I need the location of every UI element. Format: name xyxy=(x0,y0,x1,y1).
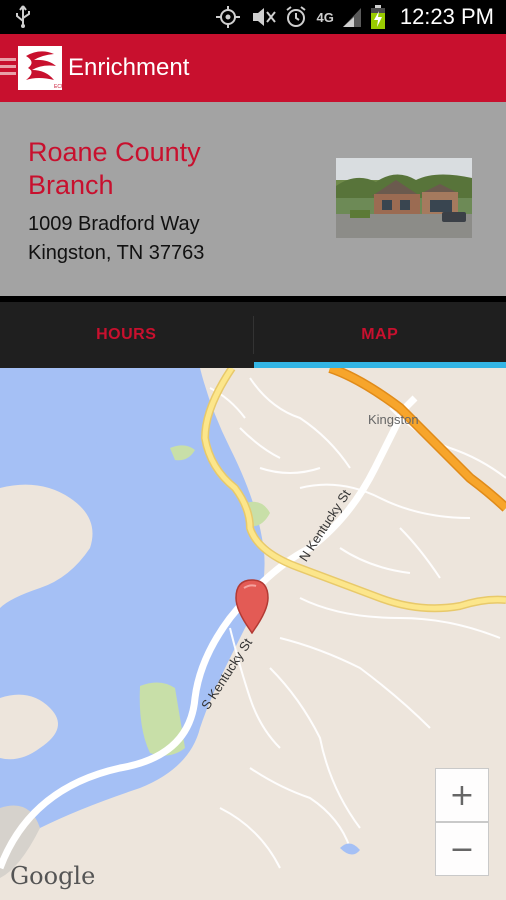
branch-building-photo xyxy=(336,158,472,238)
water-pond xyxy=(340,843,360,855)
status-time: 12:23 PM xyxy=(399,4,494,29)
highway xyxy=(328,368,506,511)
usb-icon xyxy=(14,5,32,29)
network-4g-icon: 4G xyxy=(316,9,334,25)
address-line-2: Kingston, TN 37763 xyxy=(28,242,205,264)
signal-icon xyxy=(342,6,362,28)
branch-header: Roane County Branch 1009 Bradford Way Ki… xyxy=(0,102,506,296)
alarm-icon xyxy=(284,5,308,29)
tab-hours[interactable]: HOURS xyxy=(0,302,253,368)
address-line-1: 1009 Bradford Way xyxy=(28,213,200,235)
tab-bar: HOURS MAP xyxy=(0,302,506,368)
app-logo-icon[interactable]: ECU xyxy=(18,46,65,90)
google-attribution: Google xyxy=(10,862,96,890)
status-bar: 4G 12:23 PM xyxy=(0,0,506,34)
map-place-label: Kingston xyxy=(368,412,419,427)
mute-icon xyxy=(250,6,277,28)
battery-charging-icon xyxy=(370,4,386,30)
svg-text:ECU: ECU xyxy=(54,84,62,90)
branch-address: 1009 Bradford Way Kingston, TN 37763 xyxy=(28,210,204,268)
map-canvas xyxy=(0,368,506,878)
zoom-out-button[interactable]: − xyxy=(435,822,489,876)
app-title: Enrichment xyxy=(68,54,190,81)
tab-map[interactable]: MAP xyxy=(253,302,506,368)
location-icon xyxy=(214,5,242,29)
zoom-in-button[interactable]: + xyxy=(435,768,489,822)
drawer-icon[interactable] xyxy=(0,58,16,78)
map-view[interactable]: Kingston N Kentucky St S Kentucky St + −… xyxy=(0,368,506,900)
branch-name: Roane County Branch xyxy=(28,137,201,200)
action-bar: ECU Enrichment xyxy=(0,34,506,102)
